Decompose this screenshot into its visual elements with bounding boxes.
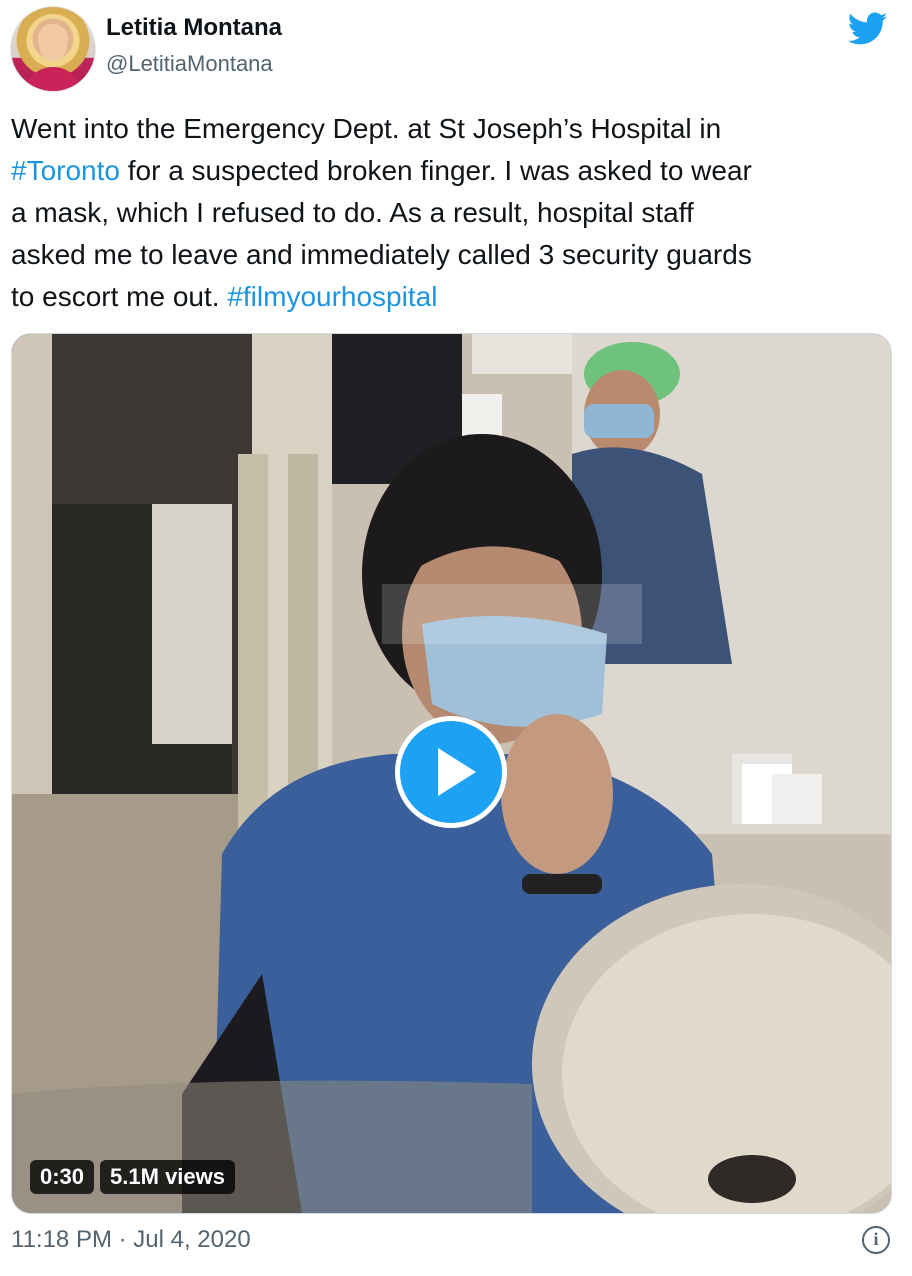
author-name[interactable]: Letitia Montana [106, 14, 282, 42]
info-icon[interactable]: i [862, 1226, 890, 1254]
tweet-text: Went into the Emergency Dept. at St Jose… [11, 108, 901, 318]
tweet-line-4: asked me to leave and immediately called… [11, 234, 901, 276]
play-icon [438, 748, 476, 796]
play-button[interactable] [395, 716, 507, 828]
hashtag-toronto-link[interactable]: #Toronto [11, 155, 120, 186]
tweet-text-segment: a mask, which I refused to do. As a resu… [11, 197, 694, 228]
avatar[interactable] [10, 6, 96, 92]
tweet-text-segment: Went into the Emergency Dept. at St Jose… [11, 113, 722, 144]
tweet-line-2: #Toronto for a suspected broken finger. … [11, 150, 901, 192]
avatar-face [39, 27, 67, 61]
author-handle[interactable]: @LetitiaMontana [106, 51, 273, 77]
tweet-text-segment: to escort me out. [11, 281, 228, 312]
video-views: 5.1M views [100, 1160, 235, 1194]
tweet-line-1: Went into the Emergency Dept. at St Jose… [11, 108, 901, 150]
twitter-bird-icon[interactable] [848, 12, 888, 46]
hashtag-filmyourhospital-link[interactable]: #filmyourhospital [227, 281, 437, 312]
tweet-card: Letitia Montana @LetitiaMontana Went int… [0, 0, 912, 1276]
avatar-shirt [23, 67, 83, 91]
video-player[interactable]: 0:30 5.1M views [11, 333, 892, 1214]
tweet-text-segment: for a suspected broken finger. I was ask… [119, 155, 752, 186]
tweet-text-segment: asked me to leave and immediately called… [11, 239, 752, 270]
tweet-line-5: to escort me out. #filmyourhospital [11, 276, 901, 318]
tweet-line-3: a mask, which I refused to do. As a resu… [11, 192, 901, 234]
tweet-timestamp[interactable]: 11:18 PM · Jul 4, 2020 [11, 1226, 251, 1254]
video-duration: 0:30 [30, 1160, 95, 1194]
video-badges: 0:30 5.1M views [30, 1160, 235, 1194]
